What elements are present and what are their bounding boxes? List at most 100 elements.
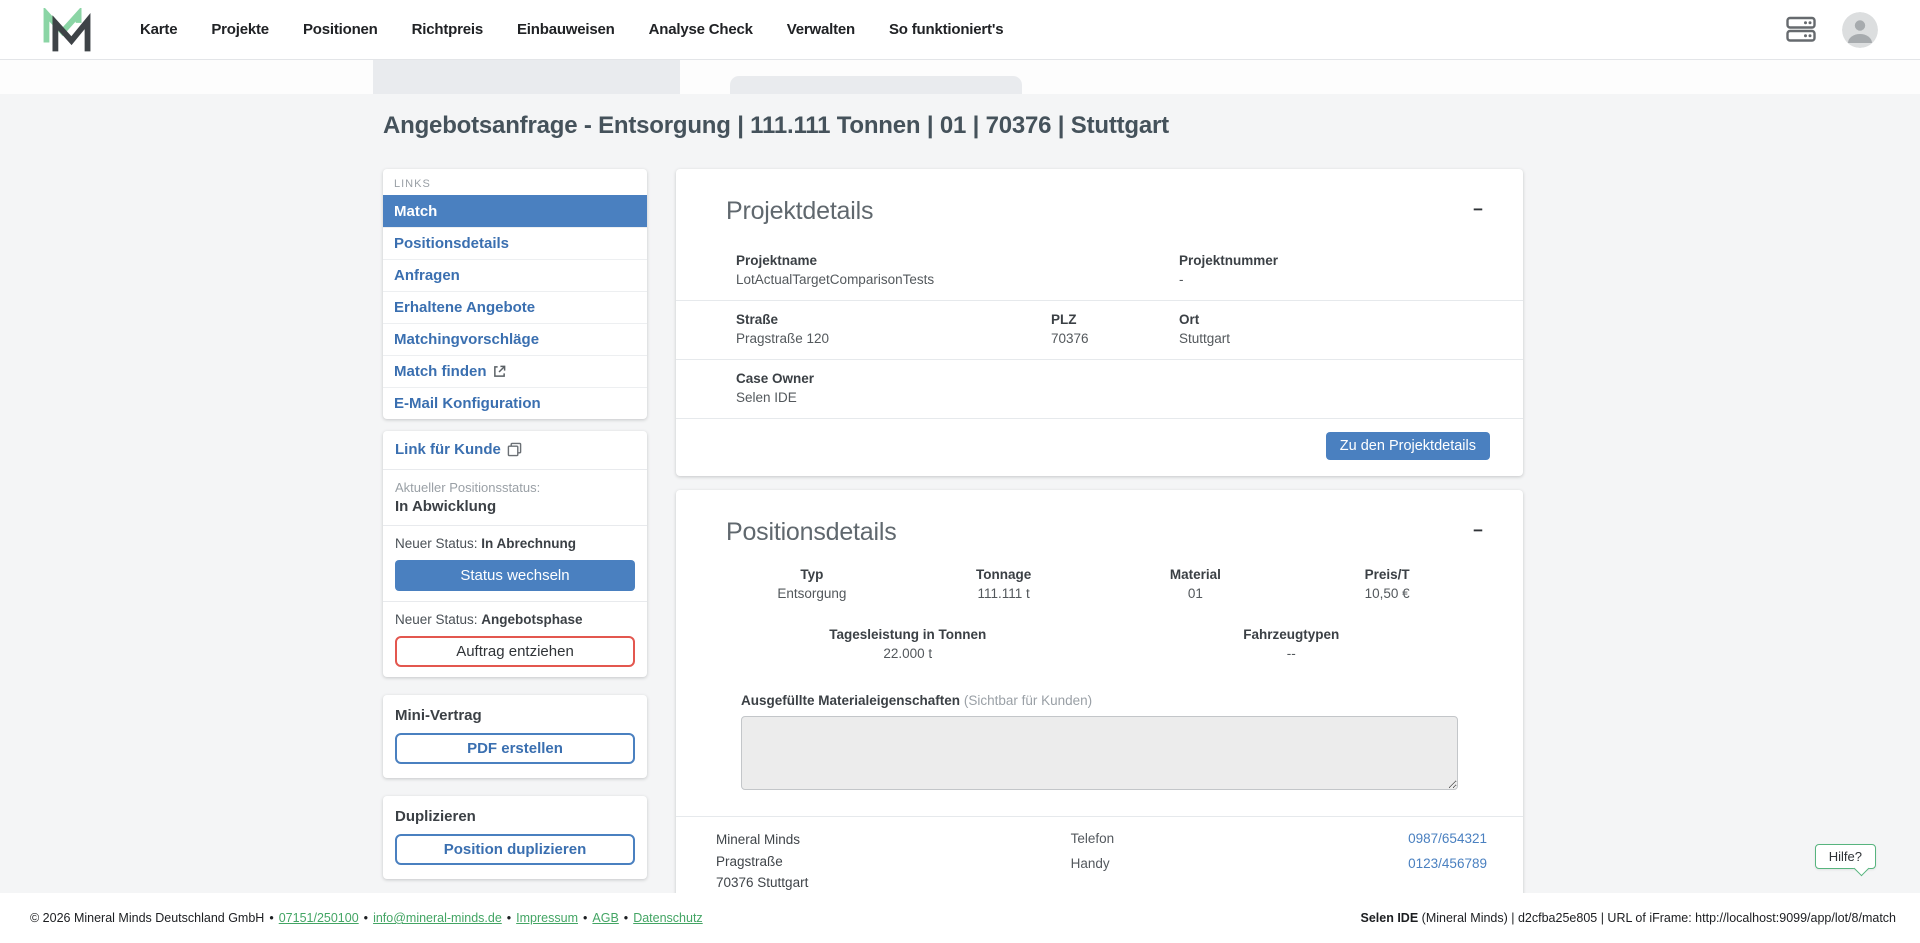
collapse-projektdetails-button[interactable]: −: [1467, 197, 1489, 222]
person-icon: [1842, 12, 1878, 48]
footer-session-user: Selen IDE: [1361, 911, 1419, 925]
footer-separator: •: [269, 911, 273, 925]
material-value: 01: [1100, 586, 1292, 601]
new-status-line: Neuer Status: Angebotsphase: [395, 612, 635, 627]
preis-value: 10,50 €: [1291, 586, 1483, 601]
plz-value: 70376: [1051, 331, 1179, 346]
tagesleistung-label: Tagesleistung in Tonnen: [716, 627, 1100, 642]
projektname-field: Projektname LotActualTargetComparisonTes…: [736, 253, 1051, 287]
typ-label: Typ: [716, 567, 908, 582]
brand-logo[interactable]: [42, 8, 92, 52]
footer-separator: •: [364, 911, 368, 925]
positionsdetails-title: Positionsdetails: [726, 518, 897, 547]
new-status-prefix: Neuer Status:: [395, 612, 481, 627]
sidebar-item-match[interactable]: Match: [383, 195, 647, 227]
plz-field: PLZ 70376: [1051, 312, 1179, 346]
help-button[interactable]: Hilfe?: [1815, 844, 1876, 869]
user-avatar[interactable]: [1842, 12, 1878, 48]
sidebar-item-positionsdetails[interactable]: Positionsdetails: [383, 227, 647, 259]
new-status-line: Neuer Status: In Abrechnung: [395, 536, 635, 551]
collapse-positionsdetails-button[interactable]: −: [1467, 518, 1489, 543]
case-owner-value: Selen IDE: [736, 390, 1463, 405]
auftrag-entziehen-button[interactable]: Auftrag entziehen: [395, 636, 635, 667]
handy-label: Handy: [1071, 856, 1110, 871]
positionsdetails-header: Positionsdetails −: [676, 490, 1523, 563]
company-name: Mineral Minds: [716, 829, 1071, 851]
sidebar-item-matchingvorschlaege[interactable]: Matchingvorschläge: [383, 323, 647, 355]
material-properties-label-line: Ausgefüllte Materialeigenschaften (Sicht…: [741, 693, 1458, 708]
strasse-field: Straße Pragstraße 120: [736, 312, 1051, 346]
telefon-link[interactable]: 0987/654321: [1408, 831, 1487, 846]
projektdetails-header: Projektdetails −: [676, 169, 1523, 242]
footer-link-phone[interactable]: 07151/250100: [279, 911, 359, 925]
strasse-value: Pragstraße 120: [736, 331, 1051, 346]
external-link-icon: [493, 365, 506, 378]
current-status-label: Aktueller Positionsstatus:: [395, 480, 635, 495]
customer-link-label: Link für Kunde: [395, 441, 501, 458]
sidebar-item-erhaltene-angebote[interactable]: Erhaltene Angebote: [383, 291, 647, 323]
status-card: Link für Kunde Aktueller Positionsstatus…: [383, 431, 647, 677]
main-nav: Karte Projekte Positionen Richtpreis Ein…: [140, 21, 1003, 38]
preis-label: Preis/T: [1291, 567, 1483, 582]
nav-item-verwalten[interactable]: Verwalten: [787, 21, 855, 38]
sidebar-item-label: Matchingvorschläge: [394, 330, 539, 349]
projektdetails-card: Projektdetails − Projektname LotActualTa…: [676, 169, 1523, 476]
sidebar-item-email-konfiguration[interactable]: E-Mail Konfiguration: [383, 387, 647, 419]
main-content: Projektdetails − Projektname LotActualTa…: [676, 169, 1523, 943]
nav-item-richtpreis[interactable]: Richtpreis: [412, 21, 483, 38]
telefon-label: Telefon: [1071, 831, 1115, 846]
customer-link-section: Link für Kunde: [383, 431, 647, 469]
sidebar-item-label: Anfragen: [394, 266, 460, 285]
nav-item-so-funktionierts[interactable]: So funktioniert's: [889, 21, 1003, 38]
case-owner-label: Case Owner: [736, 371, 1463, 386]
footer-link-agb[interactable]: AGB: [592, 911, 618, 925]
sidebar-item-label: Erhaltene Angebote: [394, 298, 535, 317]
projektname-label: Projektname: [736, 253, 1051, 268]
header-actions: [1786, 12, 1878, 48]
server-stack-icon[interactable]: [1786, 16, 1816, 43]
ort-value: Stuttgart: [1179, 331, 1463, 346]
handy-row: Handy 0123/456789: [1071, 856, 1487, 871]
ort-label: Ort: [1179, 312, 1463, 327]
links-card: LINKS Match Positionsdetails Anfragen Er…: [383, 169, 647, 419]
material-properties-textarea[interactable]: [741, 716, 1458, 790]
footer-link-email[interactable]: info@mineral-minds.de: [373, 911, 502, 925]
sidebar-item-anfragen[interactable]: Anfragen: [383, 259, 647, 291]
handy-link[interactable]: 0123/456789: [1408, 856, 1487, 871]
zu-den-projektdetails-button[interactable]: Zu den Projektdetails: [1326, 432, 1490, 460]
scrolled-content-strip: [0, 60, 1920, 94]
material-properties-section: Ausgefüllte Materialeigenschaften (Sicht…: [741, 693, 1458, 790]
company-street: Pragstraße: [716, 851, 1071, 873]
footer-separator: •: [624, 911, 628, 925]
top-navigation-bar: Karte Projekte Positionen Richtpreis Ein…: [0, 0, 1920, 60]
tonnage-field: Tonnage 111.111 t: [908, 567, 1100, 601]
projekt-name-row: Projektname LotActualTargetComparisonTes…: [676, 242, 1523, 300]
new-status-value: In Abrechnung: [481, 536, 576, 551]
nav-item-positionen[interactable]: Positionen: [303, 21, 378, 38]
customer-link[interactable]: Link für Kunde: [395, 441, 522, 458]
status-wechseln-button[interactable]: Status wechseln: [395, 560, 635, 591]
footer-copyright: © 2026 Mineral Minds Deutschland GmbH: [30, 911, 264, 925]
sidebar-item-match-finden[interactable]: Match finden: [383, 355, 647, 387]
footer-link-impressum[interactable]: Impressum: [516, 911, 578, 925]
projektnummer-field: Projektnummer -: [1179, 253, 1463, 287]
positionsdetails-card: Positionsdetails − Typ Entsorgung Tonnag…: [676, 490, 1523, 943]
typ-field: Typ Entsorgung: [716, 567, 908, 601]
content-placeholder-block: [730, 76, 1022, 94]
footer-link-datenschutz[interactable]: Datenschutz: [633, 911, 702, 925]
sidebar-item-label: Positionsdetails: [394, 234, 509, 253]
app-viewport: Karte Projekte Positionen Richtpreis Ein…: [0, 0, 1920, 943]
pdf-erstellen-button[interactable]: PDF erstellen: [395, 733, 635, 764]
nav-item-einbauweisen[interactable]: Einbauweisen: [517, 21, 615, 38]
telefon-row: Telefon 0987/654321: [1071, 831, 1487, 846]
fahrzeugtypen-value: --: [1100, 646, 1484, 661]
case-owner-row: Case Owner Selen IDE: [676, 359, 1523, 418]
nav-item-projekte[interactable]: Projekte: [211, 21, 269, 38]
typ-value: Entsorgung: [716, 586, 908, 601]
position-duplizieren-button[interactable]: Position duplizieren: [395, 834, 635, 865]
projektname-value: LotActualTargetComparisonTests: [736, 272, 1051, 287]
nav-item-analyse-check[interactable]: Analyse Check: [649, 21, 753, 38]
ort-field: Ort Stuttgart: [1179, 312, 1463, 346]
projektnummer-label: Projektnummer: [1179, 253, 1463, 268]
nav-item-karte[interactable]: Karte: [140, 21, 177, 38]
